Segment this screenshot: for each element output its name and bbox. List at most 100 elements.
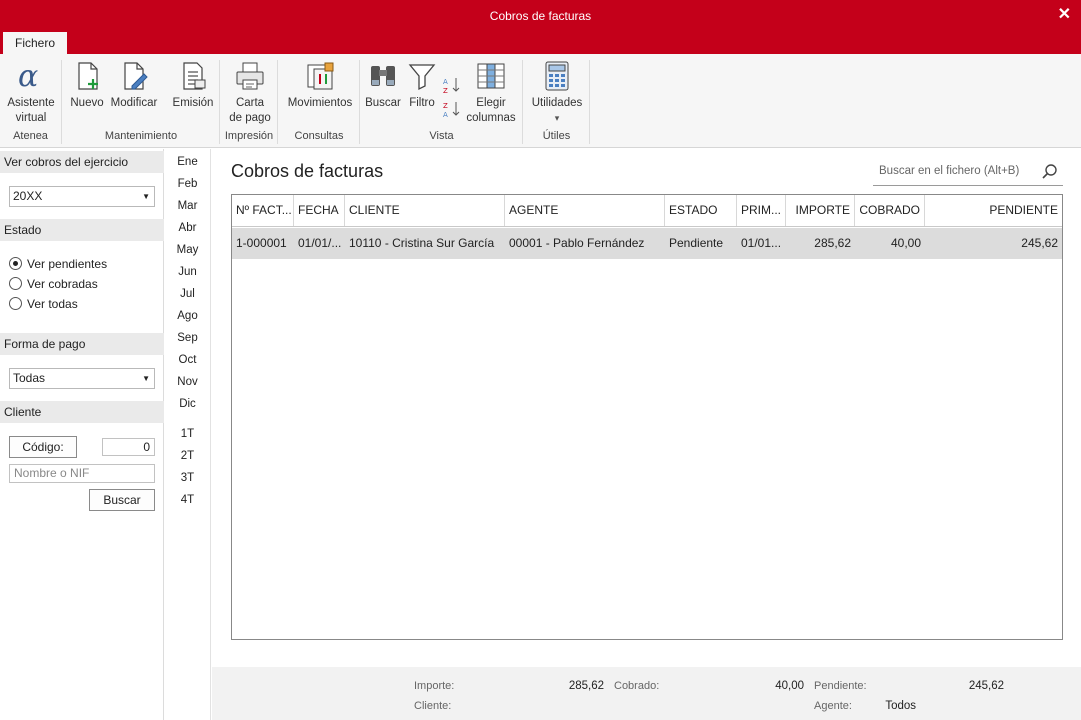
ejercicio-value: 20XX (13, 189, 43, 203)
quarter-4t[interactable]: 4T (165, 494, 210, 506)
elegir-label-2: columnas (466, 112, 516, 124)
document-list-icon (177, 60, 209, 92)
column-header-cliente[interactable]: CLIENTE (345, 195, 505, 226)
search-box[interactable]: Buscar en el fichero (Alt+B) (873, 160, 1063, 186)
ribbon: α Asistente virtual Atenea Nuevo Modific… (0, 54, 1081, 148)
radio-ver-cobradas[interactable]: Ver cobradas (9, 277, 98, 291)
radio-selected-icon (9, 257, 22, 270)
svg-text:A: A (443, 78, 448, 86)
month-feb[interactable]: Feb (165, 178, 210, 190)
table-header: Nº FACT... FECHA CLIENTE AGENTE ESTADO P… (232, 195, 1062, 227)
column-header-pendiente[interactable]: PENDIENTE (925, 195, 1062, 226)
month-sep[interactable]: Sep (165, 332, 210, 344)
elegir-columnas-button[interactable]: Elegir columnas (463, 60, 519, 126)
pendiente-total: 245,62 (968, 680, 1004, 692)
new-document-icon (71, 60, 103, 92)
quarter-1t[interactable]: 1T (165, 428, 210, 440)
buscar-cliente-button[interactable]: Buscar (89, 489, 155, 511)
column-header-estado[interactable]: ESTADO (665, 195, 737, 226)
pendiente-label: Pendiente: (814, 680, 867, 692)
calculator-icon (541, 60, 573, 92)
column-header-cobrado[interactable]: COBRADO (855, 195, 925, 226)
emision-label: Emisión (172, 97, 214, 109)
group-label-consultas: Consultas (294, 130, 344, 142)
radio-unselected-icon (9, 297, 22, 310)
binoculars-icon (367, 60, 399, 92)
filtro-button[interactable]: Filtro (405, 60, 439, 111)
movimientos-button[interactable]: Movimientos (284, 60, 356, 111)
ejercicio-select[interactable]: 20XX ▼ (9, 186, 155, 207)
month-dic[interactable]: Dic (165, 398, 210, 410)
printer-icon (234, 60, 266, 92)
utilidades-label: Utilidades (531, 97, 583, 109)
column-header-agente[interactable]: AGENTE (505, 195, 665, 226)
cell-cliente: 10110 - Cristina Sur García (349, 236, 495, 250)
carta-label-1: Carta (235, 97, 265, 109)
month-ago[interactable]: Ago (165, 310, 210, 322)
forma-pago-select[interactable]: Todas ▼ (9, 368, 155, 389)
group-label-mantenimiento: Mantenimiento (104, 130, 178, 142)
alpha-icon: α (15, 59, 47, 94)
sort-descending-icon[interactable]: ZA (443, 100, 461, 119)
tab-fichero[interactable]: Fichero (3, 32, 67, 54)
cell-numero: 1-000001 (236, 236, 287, 250)
cell-pendiente: 245,62 (1021, 236, 1058, 250)
chevron-down-icon: ▾ (554, 113, 560, 123)
radio-ver-pendientes[interactable]: Ver pendientes (9, 257, 107, 271)
month-ene[interactable]: Ene (165, 156, 210, 168)
ejercicio-header: Ver cobros del ejercicio (0, 151, 164, 173)
table-row[interactable]: 1-000001 01/01/... 10110 - Cristina Sur … (232, 228, 1062, 259)
invoices-table: Nº FACT... FECHA CLIENTE AGENTE ESTADO P… (231, 194, 1063, 640)
column-header-primer[interactable]: PRIM... (737, 195, 786, 226)
asistente-label-2: virtual (15, 112, 47, 124)
month-mar[interactable]: Mar (165, 200, 210, 212)
carta-de-pago-button[interactable]: Carta de pago (226, 60, 274, 126)
month-jun[interactable]: Jun (165, 266, 210, 278)
quarter-2t[interactable]: 2T (165, 450, 210, 462)
search-input[interactable]: Buscar en el fichero (Alt+B) (879, 165, 1019, 177)
asistente-virtual-button[interactable]: α Asistente virtual (4, 59, 58, 126)
chevron-down-icon: ▼ (142, 374, 150, 383)
codigo-input[interactable]: 0 (102, 438, 155, 456)
column-header-fecha[interactable]: FECHA (294, 195, 345, 226)
estado-header: Estado (0, 219, 164, 241)
cobrado-label: Cobrado: (614, 680, 660, 692)
codigo-button[interactable]: Código: (9, 436, 77, 458)
quarter-3t[interactable]: 3T (165, 472, 210, 484)
month-may[interactable]: May (165, 244, 210, 256)
importe-label: Importe: (414, 680, 455, 692)
close-icon[interactable]: ✕ (1058, 4, 1071, 24)
cliente-footer-label: Cliente: (414, 700, 452, 712)
month-abr[interactable]: Abr (165, 222, 210, 234)
utilidades-button[interactable]: Utilidades ▾ (528, 60, 586, 126)
svg-text:Z: Z (443, 87, 448, 94)
main-panel: Cobros de facturas Buscar en el fichero … (212, 149, 1081, 720)
month-jul[interactable]: Jul (165, 288, 210, 300)
group-label-utiles: Útiles (542, 130, 571, 142)
emision-button[interactable]: Emisión (171, 60, 215, 111)
modificar-button[interactable]: Modificar (108, 60, 160, 111)
radio-label: Ver cobradas (27, 277, 98, 291)
nombre-nif-input[interactable]: Nombre o NIF (9, 464, 155, 483)
svg-text:α: α (18, 60, 38, 92)
filter-sidebar: Ver cobros del ejercicio 20XX ▼ Estado V… (0, 149, 164, 720)
radio-unselected-icon (9, 277, 22, 290)
ribbon-group-vista: Buscar Filtro AZ ZA Elegir columnas Vist… (361, 60, 523, 144)
carta-label-2: de pago (229, 112, 271, 124)
buscar-ribbon-button[interactable]: Buscar (365, 60, 401, 111)
search-icon[interactable] (1041, 163, 1059, 184)
ribbon-group-impresion: Carta de pago Impresión (221, 60, 278, 144)
radio-ver-todas[interactable]: Ver todas (9, 297, 78, 311)
column-header-importe[interactable]: IMPORTE (786, 195, 855, 226)
agente-footer-label: Agente: (814, 700, 852, 712)
buscar-ribbon-label: Buscar (365, 97, 401, 109)
page-title: Cobros de facturas (231, 161, 384, 181)
ribbon-group-consultas: Movimientos Consultas (279, 60, 360, 144)
month-nov[interactable]: Nov (165, 376, 210, 388)
movements-icon (304, 60, 336, 92)
column-header-numero[interactable]: Nº FACT... (232, 195, 294, 226)
ribbon-tab-bar: Fichero (0, 30, 1081, 54)
sort-ascending-icon[interactable]: AZ (443, 76, 461, 95)
nuevo-button[interactable]: Nuevo (68, 60, 106, 111)
month-oct[interactable]: Oct (165, 354, 210, 366)
